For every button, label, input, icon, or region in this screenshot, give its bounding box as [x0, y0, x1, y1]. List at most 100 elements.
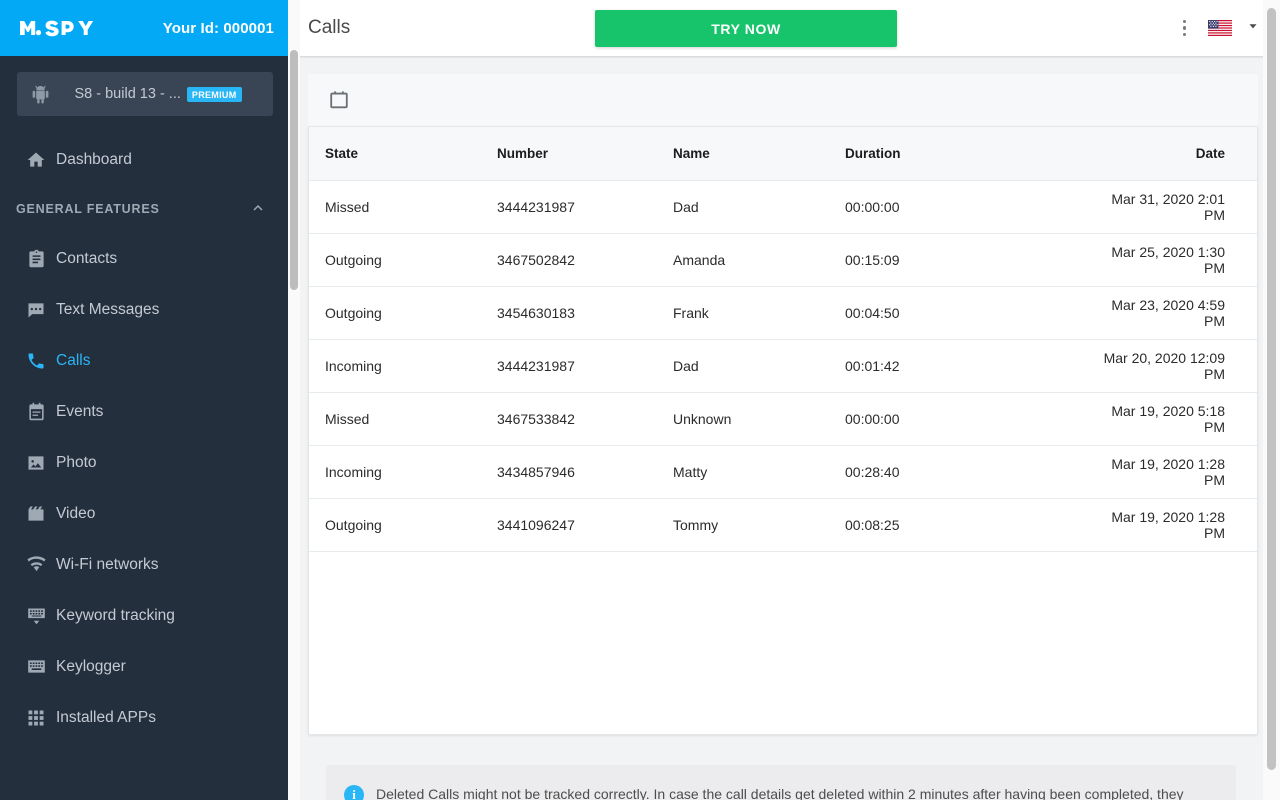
calls-table: State Number Name Duration Date Missed 34…	[309, 127, 1257, 552]
phone-icon	[16, 351, 56, 371]
column-header-name[interactable]: Name	[657, 127, 829, 181]
sidebar-item-text-messages[interactable]: Text Messages	[0, 284, 290, 335]
calendar-event-icon	[16, 402, 56, 421]
try-now-button[interactable]: TRY NOW	[595, 10, 897, 47]
info-icon: i	[344, 785, 364, 800]
column-header-number[interactable]: Number	[481, 127, 657, 181]
sidebar-item-label: Dashboard	[56, 150, 132, 168]
cell-date: Mar 19, 2020 1:28 PM	[1111, 508, 1225, 541]
sidebar-item-label: Events	[56, 402, 104, 420]
cell-name: Frank	[673, 304, 709, 321]
cell-number: 3444231987	[497, 357, 575, 374]
filter-bar	[308, 74, 1258, 126]
cell-state: Outgoing	[325, 516, 382, 533]
us-flag-icon[interactable]	[1208, 20, 1232, 36]
content-area: State Number Name Duration Date Missed 34…	[290, 56, 1280, 800]
cell-name: Amanda	[673, 251, 726, 268]
sidebar-item-video[interactable]: Video	[0, 488, 290, 539]
video-icon	[16, 504, 56, 524]
cell-name: Tommy	[673, 516, 719, 533]
table-row[interactable]: Outgoing 3441096247 Tommy 00:08:25 Mar 19, 2…	[309, 498, 1257, 551]
image-icon	[16, 453, 56, 473]
user-id-label: Your Id: 000001	[162, 19, 274, 37]
sidebar-item-keylogger[interactable]: Keylogger	[0, 641, 290, 692]
device-selector[interactable]: S8 - build 13 - ... PREMIUM	[17, 72, 273, 116]
table-head: State Number Name Duration Date	[309, 127, 1257, 181]
deleted-calls-notice: i Deleted Calls might not be tracked cor…	[326, 765, 1236, 800]
cell-number: 3467502842	[497, 251, 575, 268]
contacts-icon	[16, 249, 56, 268]
top-bar-actions	[1175, 16, 1265, 41]
cell-name: Dad	[673, 198, 699, 215]
cell-state: Outgoing	[325, 251, 382, 268]
calls-table-card: State Number Name Duration Date Missed 34…	[308, 126, 1258, 735]
table-row[interactable]: Outgoing 3467502842 Amanda 00:15:09 Mar 25, …	[309, 233, 1257, 286]
apps-grid-icon	[16, 708, 56, 728]
sidebar-section-label: GENERAL FEATURES	[16, 202, 160, 216]
table-row[interactable]: Missed 3444231987 Dad 00:00:00 Mar 31, 2020 …	[309, 180, 1257, 233]
table-row[interactable]: Missed 3467533842 Unknown 00:00:00 Mar 19, 2…	[309, 392, 1257, 445]
sidebar-item-contacts[interactable]: Contacts	[0, 233, 290, 284]
device-name-label: S8 - build 13 - ... PREMIUM	[53, 86, 263, 102]
sidebar-item-label: Calls	[56, 351, 91, 369]
cell-date: Mar 25, 2020 1:30 PM	[1111, 243, 1225, 276]
page-scrollbar-thumb[interactable]	[1267, 8, 1276, 770]
wifi-icon	[16, 554, 56, 575]
main-content: Calls TRY NOW State Number Name Duration…	[290, 0, 1280, 800]
cell-number: 3434857946	[497, 463, 575, 480]
cell-date: Mar 19, 2020 5:18 PM	[1111, 402, 1225, 435]
more-vertical-icon[interactable]	[1175, 16, 1195, 41]
home-icon	[16, 150, 56, 170]
column-header-duration[interactable]: Duration	[829, 127, 1089, 181]
sidebar-item-label: Installed APPs	[56, 708, 156, 726]
sidebar-item-label: Photo	[56, 453, 97, 471]
sidebar-item-label: Contacts	[56, 249, 118, 267]
sidebar-item-label: Video	[56, 504, 96, 522]
cell-state: Incoming	[325, 463, 382, 480]
cell-date: Mar 31, 2020 2:01 PM	[1111, 190, 1225, 223]
top-bar: Calls TRY NOW	[290, 0, 1280, 56]
calendar-icon[interactable]	[324, 85, 354, 115]
app-root: Your Id: 000001 S8 - build 13 - ... PREM…	[0, 0, 1280, 800]
page-title: Calls	[308, 17, 351, 38]
mspy-logo[interactable]	[18, 17, 106, 39]
table-row[interactable]: Incoming 3434857946 Matty 00:28:40 Mar 19, 2…	[309, 445, 1257, 498]
cell-state: Outgoing	[325, 304, 382, 321]
cell-number: 3467533842	[497, 410, 575, 427]
keyboard-down-icon	[16, 605, 56, 626]
cell-date: Mar 23, 2020 4:59 PM	[1111, 296, 1225, 329]
sidebar-item-dashboard[interactable]: Dashboard	[0, 134, 290, 185]
keyboard-icon	[16, 656, 56, 677]
notice-text: Deleted Calls might not be tracked corre…	[376, 786, 1184, 800]
column-header-state[interactable]: State	[309, 127, 481, 181]
table-row[interactable]: Incoming 3444231987 Dad 00:01:42 Mar 20, 202…	[309, 339, 1257, 392]
device-name-text: S8 - build 13 - ...	[74, 86, 181, 102]
sidebar-item-photo[interactable]: Photo	[0, 437, 290, 488]
cell-name: Unknown	[673, 410, 732, 427]
cell-date: Mar 19, 2020 1:28 PM	[1111, 455, 1225, 488]
sidebar-section-general-features[interactable]: GENERAL FEATURES	[0, 185, 290, 233]
sidebar: Your Id: 000001 S8 - build 13 - ... PREM…	[0, 0, 290, 800]
table-row[interactable]: Outgoing 3454630183 Frank 00:04:50 Mar 23, 2…	[309, 286, 1257, 339]
column-header-date[interactable]: Date	[1089, 127, 1257, 181]
cell-state: Missed	[325, 410, 370, 427]
cell-state: Incoming	[325, 357, 382, 374]
chevron-down-icon[interactable]	[1246, 19, 1264, 38]
sidebar-item-label: Wi-Fi networks	[56, 555, 159, 573]
sidebar-item-calls[interactable]: Calls	[0, 335, 290, 386]
sidebar-item-wifi-networks[interactable]: Wi-Fi networks	[0, 539, 290, 590]
sidebar-nav: Dashboard GENERAL FEATURES Contacts Text…	[0, 134, 290, 743]
table-body: Missed 3444231987 Dad 00:00:00 Mar 31, 2020 …	[309, 180, 1257, 551]
cell-number: 3444231987	[497, 198, 575, 215]
cell-duration: 00:00:00	[845, 198, 900, 215]
sidebar-item-label: Text Messages	[56, 300, 160, 318]
brand-bar: Your Id: 000001	[0, 0, 290, 56]
sidebar-item-keyword-tracking[interactable]: Keyword tracking	[0, 590, 290, 641]
sidebar-item-installed-apps[interactable]: Installed APPs	[0, 692, 290, 743]
sidebar-item-events[interactable]: Events	[0, 386, 290, 437]
sidebar-item-label: Keylogger	[56, 657, 126, 675]
sidebar-scrollbar-thumb[interactable]	[290, 50, 298, 290]
table-header-row: State Number Name Duration Date	[309, 127, 1257, 181]
android-icon	[27, 85, 53, 104]
cell-number: 3454630183	[497, 304, 575, 321]
